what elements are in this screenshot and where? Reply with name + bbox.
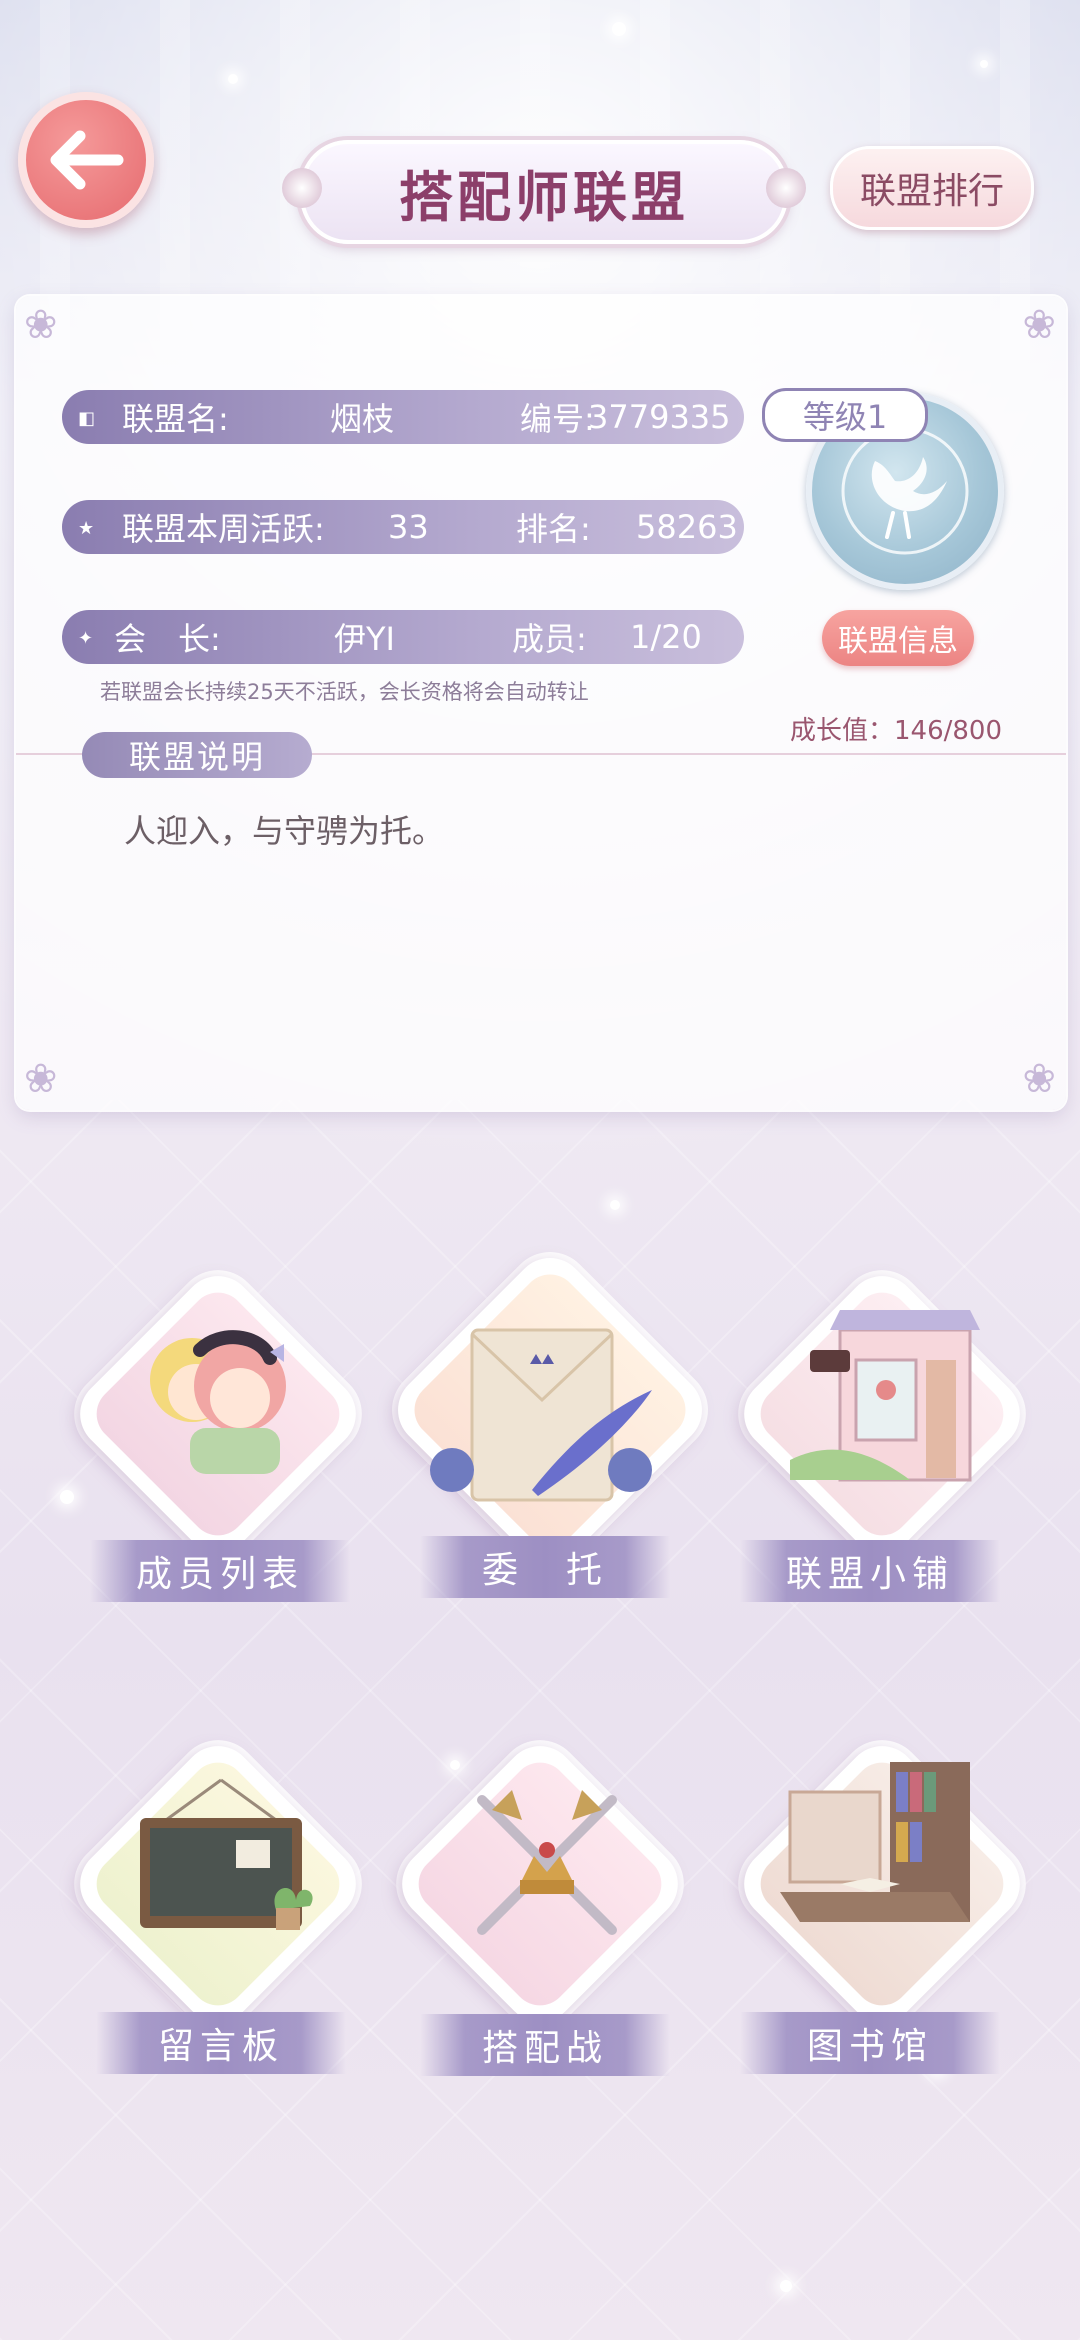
letter-quill-illustration bbox=[430, 1328, 652, 1502]
alliance-info-button[interactable]: 联盟信息 bbox=[822, 610, 974, 666]
leader-label: 会 长: bbox=[114, 620, 221, 658]
crossed-swords-illustration bbox=[477, 1790, 617, 1935]
alliance-leader-row: ✦ 会 长: 伊YI 成员: 1/20 bbox=[62, 610, 744, 664]
back-button[interactable] bbox=[18, 92, 154, 228]
styling-battle-label: 搭配战 bbox=[420, 2014, 670, 2076]
sparkle bbox=[60, 1490, 74, 1504]
alliance-activity-row: ★ 联盟本周活跃: 33 排名: 58263 bbox=[62, 500, 744, 554]
members-label: 成员: bbox=[512, 620, 587, 658]
rank-label: 排名: bbox=[516, 510, 591, 548]
shop-illustration bbox=[790, 1310, 980, 1482]
alliance-shop-label: 联盟小铺 bbox=[740, 1540, 1000, 1602]
alliance-name-row: ◧ 联盟名: 烟枝 编号: 3779335 bbox=[62, 390, 744, 444]
sparkle bbox=[612, 22, 626, 36]
alliance-name-label: 联盟名: bbox=[122, 400, 229, 438]
sparkle bbox=[228, 74, 238, 84]
growth-value: 成长值：146/800 bbox=[790, 716, 1003, 746]
sparkle bbox=[450, 1760, 460, 1770]
alliance-description: 人迎入，与守骋为托。 bbox=[124, 812, 445, 850]
leader-inactive-notice: 若联盟会长持续25天不活跃，会长资格将会自动转让 bbox=[100, 680, 589, 704]
rose-corner-icon: ❀ bbox=[24, 1056, 58, 1102]
alliance-description-label: 联盟说明 bbox=[82, 732, 312, 778]
page-title: 搭配师联盟 bbox=[399, 165, 689, 229]
library-illustration bbox=[780, 1762, 970, 1922]
star-icon: ★ bbox=[78, 518, 95, 539]
sparkle-icon: ✦ bbox=[78, 628, 94, 649]
page-title-plate: 搭配师联盟 bbox=[282, 140, 806, 244]
alliance-id-label: 编号: bbox=[520, 400, 595, 438]
alliance-id: 3779335 bbox=[588, 398, 731, 436]
alliance-name: 烟枝 bbox=[330, 400, 395, 438]
library-label: 图书馆 bbox=[740, 2012, 1000, 2074]
ornament-icon bbox=[282, 168, 322, 208]
level-badge: 等级1 bbox=[762, 388, 928, 442]
activity-label: 联盟本周活跃: bbox=[122, 510, 325, 548]
rose-corner-icon: ❀ bbox=[1022, 1056, 1056, 1102]
members-count: 1/20 bbox=[630, 618, 702, 656]
sparkle bbox=[780, 2280, 792, 2292]
message-board-label: 留言板 bbox=[96, 2012, 346, 2074]
members-illustration bbox=[150, 1330, 286, 1474]
rose-corner-icon: ❀ bbox=[24, 302, 58, 348]
commission-label: 委 托 bbox=[420, 1536, 670, 1598]
member-list-label: 成员列表 bbox=[90, 1540, 350, 1602]
alliance-ranking-button[interactable]: 联盟排行 bbox=[830, 146, 1034, 230]
leader-name: 伊YI bbox=[334, 620, 395, 658]
ornament-icon bbox=[766, 168, 806, 208]
sparkle bbox=[980, 60, 988, 68]
chalkboard-illustration bbox=[140, 1778, 313, 1930]
book-icon: ◧ bbox=[78, 408, 96, 429]
rose-corner-icon: ❀ bbox=[1022, 302, 1056, 348]
sparkle bbox=[610, 1200, 620, 1210]
rank-value: 58263 bbox=[636, 508, 738, 546]
crane-icon bbox=[841, 427, 969, 555]
activity-value: 33 bbox=[388, 508, 429, 546]
arrow-left-icon bbox=[50, 130, 124, 190]
